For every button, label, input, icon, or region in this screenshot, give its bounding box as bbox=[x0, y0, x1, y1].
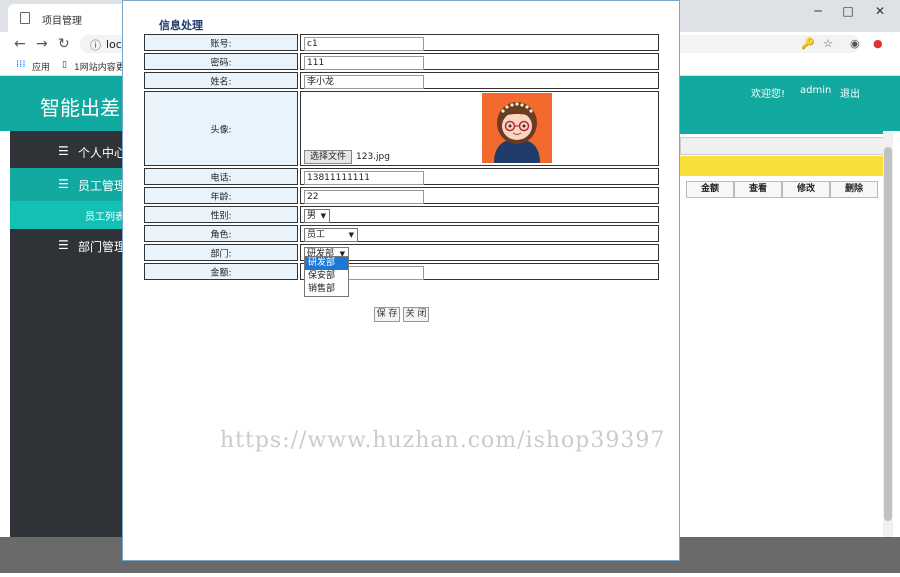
key-icon[interactable]: 🔑 bbox=[801, 37, 815, 50]
role-select[interactable]: 员工 ▼ bbox=[304, 228, 358, 242]
user-name: admin bbox=[800, 85, 832, 96]
app-title: 智能出差 bbox=[40, 96, 120, 120]
sidebar: ☰ 个人中心 ☰ 员工管理 员工列表 ☰ 部门管理 bbox=[10, 131, 127, 537]
account-icon[interactable]: ◉ bbox=[850, 37, 860, 50]
page-scrollbar[interactable] bbox=[883, 131, 893, 537]
maximize-button[interactable]: □ bbox=[834, 4, 862, 18]
field-label: 姓名: bbox=[210, 77, 232, 87]
sidebar-item-label: 个人中心 bbox=[78, 146, 127, 160]
bookmark-page-icon[interactable]: ▯ bbox=[62, 60, 67, 70]
col-header-delete: 删除 bbox=[830, 181, 878, 198]
gender-select[interactable]: 男 ▼ bbox=[304, 209, 330, 223]
field-label: 年龄: bbox=[210, 192, 232, 202]
close-window-button[interactable]: ✕ bbox=[866, 4, 894, 18]
name-input[interactable]: 李小龙 bbox=[304, 75, 424, 89]
tab-title: 项目管理 bbox=[42, 16, 82, 27]
stack-icon: ☰ bbox=[58, 144, 69, 158]
password-input[interactable]: 111 bbox=[304, 56, 424, 70]
sidebar-item-label: 员工管理 bbox=[78, 179, 127, 193]
bookmark-site[interactable]: 1网站内容更 bbox=[74, 60, 125, 73]
field-label: 账号: bbox=[210, 39, 232, 49]
account-input[interactable]: c1 bbox=[304, 37, 424, 51]
dropdown-option[interactable]: 研发部 bbox=[305, 257, 348, 270]
field-label: 部门: bbox=[210, 249, 232, 259]
field-label: 角色: bbox=[210, 230, 232, 240]
field-row-password: 密码: 111 bbox=[144, 53, 659, 70]
update-icon[interactable]: ● bbox=[873, 37, 883, 50]
field-label: 电话: bbox=[210, 173, 232, 183]
minimize-button[interactable]: ─ bbox=[804, 4, 832, 18]
col-header-amount: 金额 bbox=[686, 181, 734, 198]
scrollbar-thumb[interactable] bbox=[884, 147, 892, 521]
field-row-role: 角色: 员工 ▼ bbox=[144, 225, 659, 242]
close-button[interactable]: 关 闭 bbox=[403, 307, 429, 322]
col-header-edit: 修改 bbox=[782, 181, 830, 198]
forward-icon[interactable]: → bbox=[36, 36, 48, 52]
field-label: 金额: bbox=[210, 268, 232, 278]
field-row-phone: 电话: 13811111111 bbox=[144, 168, 659, 185]
bookmark-apps[interactable]: 应用 bbox=[32, 60, 50, 73]
sidebar-item-label: 员工列表 bbox=[85, 212, 125, 223]
dept-dropdown-list: 研发部 保安部 销售部 bbox=[304, 256, 349, 297]
star-icon[interactable]: ☆ bbox=[823, 37, 833, 50]
info-icon[interactable]: ⓘ bbox=[90, 37, 101, 53]
field-row-gender: 性别: 男 ▼ bbox=[144, 206, 659, 223]
notice-bar bbox=[680, 156, 890, 176]
sidebar-item-profile[interactable]: ☰ 个人中心 bbox=[10, 135, 127, 168]
field-row-amount: 金额: bbox=[144, 263, 659, 280]
stack-icon: ☰ bbox=[58, 177, 69, 191]
apps-icon[interactable]: ⁞⁞⁞ bbox=[16, 59, 26, 70]
dropdown-option[interactable]: 保安部 bbox=[305, 270, 348, 283]
sidebar-item-label: 部门管理 bbox=[78, 240, 127, 254]
phone-input[interactable]: 13811111111 bbox=[304, 171, 424, 185]
dropdown-option[interactable]: 销售部 bbox=[305, 283, 348, 296]
chevron-down-icon: ▼ bbox=[320, 212, 326, 220]
file-name: 123.jpg bbox=[356, 152, 390, 162]
back-icon[interactable]: ← bbox=[14, 36, 26, 52]
reload-icon[interactable]: ↻ bbox=[58, 36, 70, 52]
gender-select-value: 男 bbox=[307, 211, 317, 221]
sidebar-item-staff-list[interactable]: 员工列表 bbox=[10, 201, 125, 229]
field-row-name: 姓名: 李小龙 bbox=[144, 72, 659, 89]
breadcrumb bbox=[680, 137, 890, 155]
logout-link[interactable]: 退出 bbox=[840, 85, 860, 100]
sidebar-item-dept[interactable]: ☰ 部门管理 bbox=[10, 229, 127, 262]
field-row-age: 年龄: 22 bbox=[144, 187, 659, 204]
field-row-dept: 部门: 研发部 ▼ bbox=[144, 244, 659, 261]
field-label: 性别: bbox=[210, 211, 232, 221]
sidebar-item-staff[interactable]: ☰ 员工管理 bbox=[10, 168, 127, 201]
content-top-line bbox=[680, 131, 890, 134]
field-label: 密码: bbox=[210, 58, 232, 68]
field-row-account: 账号: c1 bbox=[144, 34, 659, 51]
welcome-text: 欢迎您! bbox=[751, 89, 786, 100]
watermark: https://www.huzhan.com/ishop39397 bbox=[220, 428, 666, 453]
avatar-image bbox=[482, 93, 552, 163]
age-input[interactable]: 22 bbox=[304, 190, 424, 204]
choose-file-button[interactable]: 选择文件 bbox=[304, 150, 352, 164]
save-button[interactable]: 保 存 bbox=[374, 307, 400, 322]
dialog-title: 信息处理 bbox=[159, 19, 203, 32]
field-label: 头像: bbox=[210, 125, 232, 135]
field-row-avatar: 头像: 选择文件 123.jpg bbox=[144, 91, 659, 166]
role-select-value: 员工 bbox=[307, 230, 326, 240]
chevron-down-icon: ▼ bbox=[348, 231, 354, 239]
stack-icon: ☰ bbox=[58, 238, 69, 252]
col-header-view: 查看 bbox=[734, 181, 782, 198]
page-icon bbox=[20, 12, 30, 24]
info-dialog: 信息处理 账号: c1 密码: 111 姓名: 李小龙 头像: 选择文件 123… bbox=[122, 0, 680, 561]
